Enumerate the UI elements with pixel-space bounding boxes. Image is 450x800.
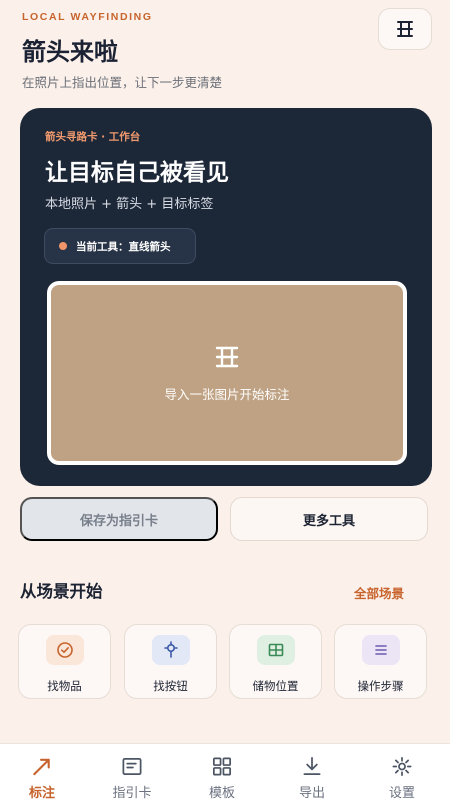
card-subtitle: 本地照片 + 箭头 + 目标标签: [45, 197, 214, 212]
scene-label: 找物品: [47, 679, 82, 693]
tab-guide-card[interactable]: 指引卡: [97, 744, 167, 800]
page-title: 箭头来啦: [22, 38, 118, 66]
scene-icon-wrap: [256, 635, 295, 665]
scene-label: 储物位置: [252, 679, 299, 693]
drop-zone-label: 导入一张图片开始标注: [164, 387, 290, 402]
arrow-icon: [33, 758, 50, 776]
grid-icon: [212, 757, 232, 776]
tab-label: 标注: [28, 786, 55, 800]
gear-icon: [392, 757, 412, 776]
download-icon: [303, 757, 321, 776]
scene-label: 操作步骤: [357, 679, 404, 693]
tab-export[interactable]: 导出: [277, 744, 347, 800]
scene-icon-wrap: [151, 635, 190, 665]
tab-templates[interactable]: 模板: [187, 744, 257, 800]
workbench-card: 箭头寻路卡 · 工作台 让目标自己被看见 本地照片 + 箭头 + 目标标签 当前…: [20, 108, 432, 486]
brand-eyebrow: LOCAL WAYFINDING: [22, 11, 153, 23]
current-tool-chip[interactable]: 当前工具：直线箭头: [44, 228, 196, 264]
import-image-button[interactable]: [378, 8, 432, 50]
bottom-tab-bar: 标注 指引卡 模板 导出 设置: [0, 743, 450, 800]
scene-label: 找按钮: [153, 679, 188, 693]
scene-icon-wrap: [361, 635, 400, 665]
tab-annotate[interactable]: 标注: [7, 744, 77, 800]
current-tool-label: 当前工具：直线箭头: [76, 240, 171, 253]
image-drop-zone[interactable]: 导入一张图片开始标注: [47, 281, 407, 465]
scene-find-item[interactable]: 找物品: [18, 624, 111, 699]
scene-find-button[interactable]: 找按钮: [124, 624, 217, 699]
card-eyebrow: 箭头寻路卡 · 工作台: [45, 131, 141, 143]
tool-status-dot: [59, 242, 67, 250]
tab-settings[interactable]: 设置: [367, 744, 437, 800]
tab-label: 导出: [298, 786, 325, 800]
scene-icon-wrap: [45, 635, 84, 665]
scene-operation-steps[interactable]: 操作步骤: [334, 624, 427, 699]
more-tools-button[interactable]: 更多工具: [230, 497, 428, 541]
image-add-icon: [215, 346, 239, 368]
all-scenes-link[interactable]: 全部场景: [354, 583, 404, 602]
scenes-section-title: 从场景开始: [20, 582, 103, 601]
target-icon: [163, 641, 178, 658]
tab-label: 指引卡: [112, 786, 152, 800]
card-title: 让目标自己被看见: [45, 160, 229, 186]
tab-label: 模板: [208, 786, 235, 800]
list-icon: [374, 645, 387, 655]
grid-icon: [268, 643, 283, 657]
check-circle-icon: [56, 642, 73, 658]
card-icon: [122, 757, 142, 776]
save-guide-card-button[interactable]: 保存为指引卡: [20, 497, 218, 541]
image-add-icon: [397, 21, 413, 37]
tab-label: 设置: [388, 786, 415, 800]
scene-storage-location[interactable]: 储物位置: [229, 624, 322, 699]
page-subtitle: 在照片上指出位置，让下一步更清楚: [22, 75, 223, 90]
